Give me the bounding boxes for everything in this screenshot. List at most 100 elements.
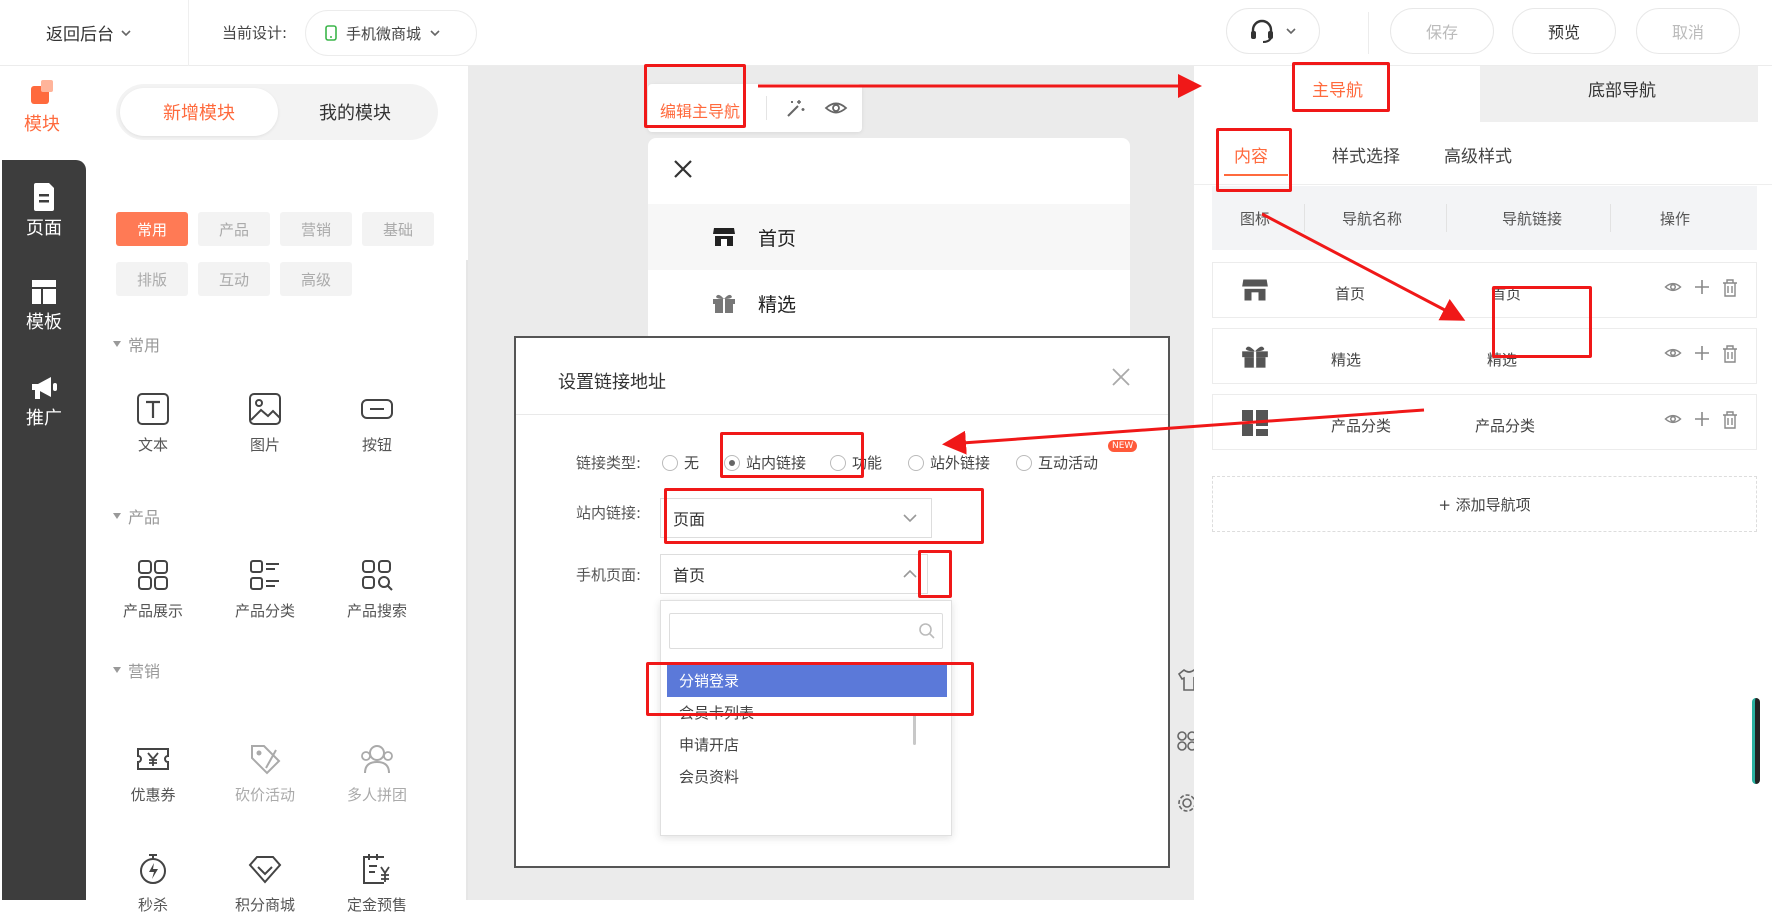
dropdown-option[interactable]: 会员卡列表 <box>667 695 947 729</box>
dropdown-scrollbar[interactable] <box>913 715 916 745</box>
nav-link[interactable]: 首页 <box>1491 283 1521 304</box>
tool-presale[interactable]: 定金预售 <box>322 852 432 915</box>
tool-coupon[interactable]: 优惠券 <box>98 742 208 805</box>
subtab-advanced-style[interactable]: 高级样式 <box>1444 142 1512 167</box>
magic-wand-icon[interactable] <box>784 98 806 120</box>
eye-icon[interactable] <box>824 98 848 118</box>
filter-chip[interactable]: 常用 <box>116 212 188 246</box>
design-name: 手机微商城 <box>346 24 422 43</box>
back-to-admin-button[interactable]: 返回后台 <box>46 20 132 45</box>
inner-link-select[interactable]: 页面 <box>660 498 932 538</box>
nav-link[interactable]: 产品分类 <box>1475 415 1535 436</box>
radio-circle[interactable] <box>908 454 924 471</box>
table-row[interactable]: 精选 精选 <box>1212 328 1757 384</box>
support-button[interactable] <box>1226 8 1320 54</box>
column-header: 导航名称 <box>1342 210 1403 228</box>
filter-chip[interactable]: 营销 <box>280 212 352 246</box>
eye-icon[interactable] <box>1664 279 1682 295</box>
filter-chip[interactable]: 基础 <box>362 212 434 246</box>
radio-circle[interactable] <box>662 454 678 471</box>
trash-icon[interactable] <box>1722 411 1738 429</box>
nav-link[interactable]: 精选 <box>1487 349 1517 370</box>
dropdown-search-input[interactable] <box>669 613 943 649</box>
radio-function[interactable]: 功能 <box>830 452 882 473</box>
filter-chip[interactable]: 高级 <box>280 262 352 296</box>
table-row[interactable]: 产品分类 产品分类 <box>1212 394 1757 450</box>
headset-icon <box>1251 19 1273 43</box>
dropdown-option[interactable]: 会员资料 <box>667 759 947 793</box>
tool-product-category[interactable]: 产品分类 <box>210 558 320 621</box>
rail-item-template[interactable]: 模板 <box>2 278 86 334</box>
chevron-down-icon <box>903 514 917 523</box>
radio-external-link[interactable]: 站外链接 <box>908 452 990 473</box>
section-title-common[interactable]: 常用 <box>112 332 160 356</box>
plus-icon[interactable] <box>1694 411 1710 427</box>
section-title-marketing[interactable]: 营销 <box>112 658 160 682</box>
tool-product-display[interactable]: 产品展示 <box>98 558 208 621</box>
top-bar: 返回后台 当前设计: 手机微商城 保存 预览 取消 <box>0 0 1772 66</box>
tool-text[interactable]: 文本 <box>98 392 208 455</box>
trash-icon[interactable] <box>1722 279 1738 297</box>
section-title-product[interactable]: 产品 <box>112 504 160 528</box>
link-settings-dialog: 设置链接地址 链接类型: 无 站内链接 功能 站外链接 互动活动 NEW 站内链… <box>514 336 1170 868</box>
radio-circle[interactable] <box>1016 454 1032 471</box>
tool-button[interactable]: 按钮 <box>322 392 432 455</box>
text-icon <box>137 393 169 425</box>
mobile-page-label: 手机页面: <box>576 566 642 584</box>
plus-icon[interactable] <box>1694 345 1710 361</box>
rail-item-promote[interactable]: 推广 <box>2 374 86 430</box>
tab-my-modules[interactable]: 我的模块 <box>276 88 434 136</box>
table-row[interactable]: 首页 首页 <box>1212 262 1757 318</box>
tool-image[interactable]: 图片 <box>210 392 320 455</box>
edit-main-nav-tab[interactable]: 编辑主导航 <box>660 98 740 122</box>
dropdown-option-selected[interactable]: 分销登录 <box>667 663 947 697</box>
eye-icon[interactable] <box>1664 345 1682 361</box>
mobile-page-select[interactable]: 首页 <box>660 554 928 594</box>
dropdown-option[interactable]: 申请开店 <box>667 727 947 761</box>
preview-button[interactable]: 预览 <box>1512 8 1616 54</box>
eye-icon[interactable] <box>1664 411 1682 427</box>
close-icon[interactable] <box>672 158 694 180</box>
tool-group-buy[interactable]: 多人拼团 <box>322 742 432 805</box>
trash-icon[interactable] <box>1722 345 1738 363</box>
radio-interactive[interactable]: 互动活动 <box>1016 452 1098 473</box>
tool-flash-sale[interactable]: 秒杀 <box>98 852 208 915</box>
side-handle[interactable] <box>1752 698 1760 784</box>
cancel-button[interactable]: 取消 <box>1636 8 1740 54</box>
add-nav-item-button[interactable]: + 添加导航项 <box>1212 476 1757 532</box>
filter-chip[interactable]: 产品 <box>198 212 270 246</box>
tab-bottom-nav[interactable]: 底部导航 <box>1588 76 1656 101</box>
clipped-option <box>673 651 733 657</box>
rail-label: 推广 <box>26 408 62 429</box>
filter-chip[interactable]: 互动 <box>198 262 270 296</box>
tab-new-modules[interactable]: 新增模块 <box>120 88 278 136</box>
radio-circle[interactable] <box>830 454 846 471</box>
mobile-page-dropdown: 分销登录 会员卡列表 申请开店 会员资料 <box>660 600 952 836</box>
subtab-style[interactable]: 样式选择 <box>1332 142 1400 167</box>
radio-circle[interactable] <box>724 454 740 471</box>
design-select[interactable]: 手机微商城 <box>305 10 477 56</box>
rail-item-modules[interactable]: 模块 <box>0 78 84 136</box>
tab-main-nav[interactable]: 主导航 <box>1312 76 1363 101</box>
preview-nav-item[interactable]: 精选 <box>648 270 1130 336</box>
radio-inner-link[interactable]: 站内链接 <box>724 452 806 473</box>
preview-nav-item[interactable]: 首页 <box>648 204 1130 270</box>
close-icon[interactable] <box>1110 366 1132 388</box>
megaphone-icon <box>32 377 57 399</box>
stopwatch-icon <box>140 854 166 884</box>
divider <box>516 414 1168 415</box>
tool-bargain[interactable]: 砍价活动 <box>210 742 320 805</box>
subtab-content[interactable]: 内容 <box>1234 142 1268 167</box>
save-button[interactable]: 保存 <box>1390 8 1494 54</box>
chevron-down-icon <box>430 30 440 37</box>
store-icon <box>713 228 735 246</box>
divider <box>766 96 767 120</box>
filter-chip[interactable]: 排版 <box>116 262 188 296</box>
tool-product-search[interactable]: 产品搜索 <box>322 558 432 621</box>
caret-down-icon <box>113 341 121 347</box>
radio-none[interactable]: 无 <box>662 452 699 473</box>
tool-points-mall[interactable]: 积分商城 <box>210 852 320 915</box>
rail-item-page[interactable]: 页面 <box>2 182 86 240</box>
chevron-down-icon <box>1286 28 1296 35</box>
plus-icon[interactable] <box>1694 279 1710 295</box>
